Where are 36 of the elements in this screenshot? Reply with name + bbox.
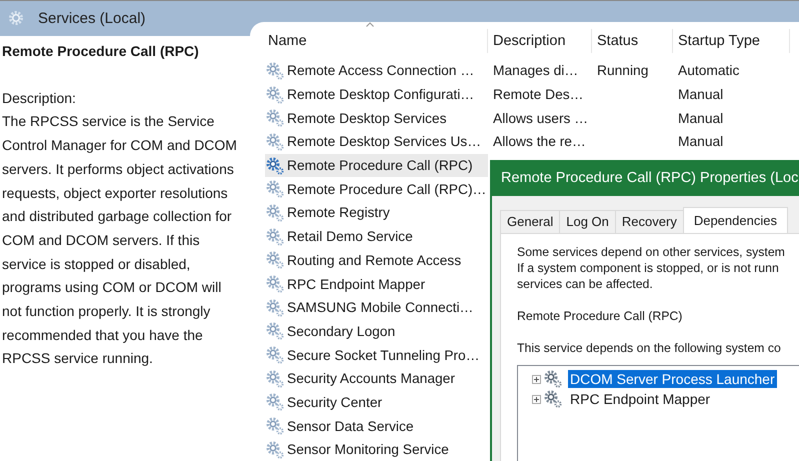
service-name-cell: Remote Desktop Services Us… [287, 134, 481, 150]
startup-type-cell: Manual [678, 87, 724, 102]
service-name-cell: Secure Socket Tunneling Pro… [287, 348, 480, 363]
service-name-cell: Remote Access Connection … [287, 63, 474, 78]
service-name-cell: Remote Desktop Configurati… [287, 87, 474, 102]
startup-type-cell: Automatic [678, 63, 740, 78]
service-name-cell: Remote Registry [287, 205, 390, 220]
info-text-line: Some services depend on other services, system [517, 244, 786, 260]
description-text: The RPCSS service is the Service Control Manager for COM and DCOM servers. It performs object activations requests, object exporter resolutions and distributed garbage collection for COM and DCOM servers. If this service is stopped or disabled, programs using COM or DCOM will not function properly. It is strongly recommended that you have the RPCSS service running. [2, 112, 238, 368]
service-name-label: Remote Procedure Call (RPC) [517, 308, 684, 324]
service-name: Remote Procedure Call (RPC) [2, 42, 200, 61]
service-name-cell: Routing and Remote Access [287, 252, 462, 268]
service-name-cell: RPC Endpoint Mapper [287, 276, 426, 292]
service-name-cell: Remote Procedure Call (RPC) [287, 158, 473, 174]
service-name-cell: SAMSUNG Mobile Connecti… [287, 300, 474, 316]
status-cell: Running [597, 63, 648, 78]
header-title: Services (Local) [38, 10, 146, 27]
service-name-cell: Retail Demo Service [287, 229, 413, 244]
info-text-line: If a system component is stopped, or is not runn [517, 260, 780, 276]
service-name-cell: Secondary Logon [287, 324, 396, 339]
service-name-cell: Sensor Monitoring Service [287, 442, 449, 458]
depends-label: This service depends on the following system co [517, 340, 782, 356]
dialog-title: Remote Procedure Call (RPC) Properties (Loc [501, 170, 798, 186]
service-name-cell: Security Center [287, 394, 382, 410]
service-name-cell: Sensor Data Service [287, 418, 414, 434]
info-text-line: services can be affected. [517, 276, 654, 292]
description-cell: Allows users … [493, 110, 588, 126]
description-cell: Allows the re… [493, 134, 586, 150]
startup-type-cell: Manual [678, 134, 724, 150]
service-name-cell: Security Accounts Manager [287, 371, 455, 386]
description-cell: Remote Des… [493, 87, 584, 102]
service-name-cell: Remote Desktop Services [287, 110, 446, 126]
description-label: Description: [2, 88, 77, 108]
service-name-cell: Remote Procedure Call (RPC)… [287, 182, 486, 197]
startup-type-cell: Manual [678, 110, 724, 126]
description-cell: Manages di… [493, 63, 578, 78]
